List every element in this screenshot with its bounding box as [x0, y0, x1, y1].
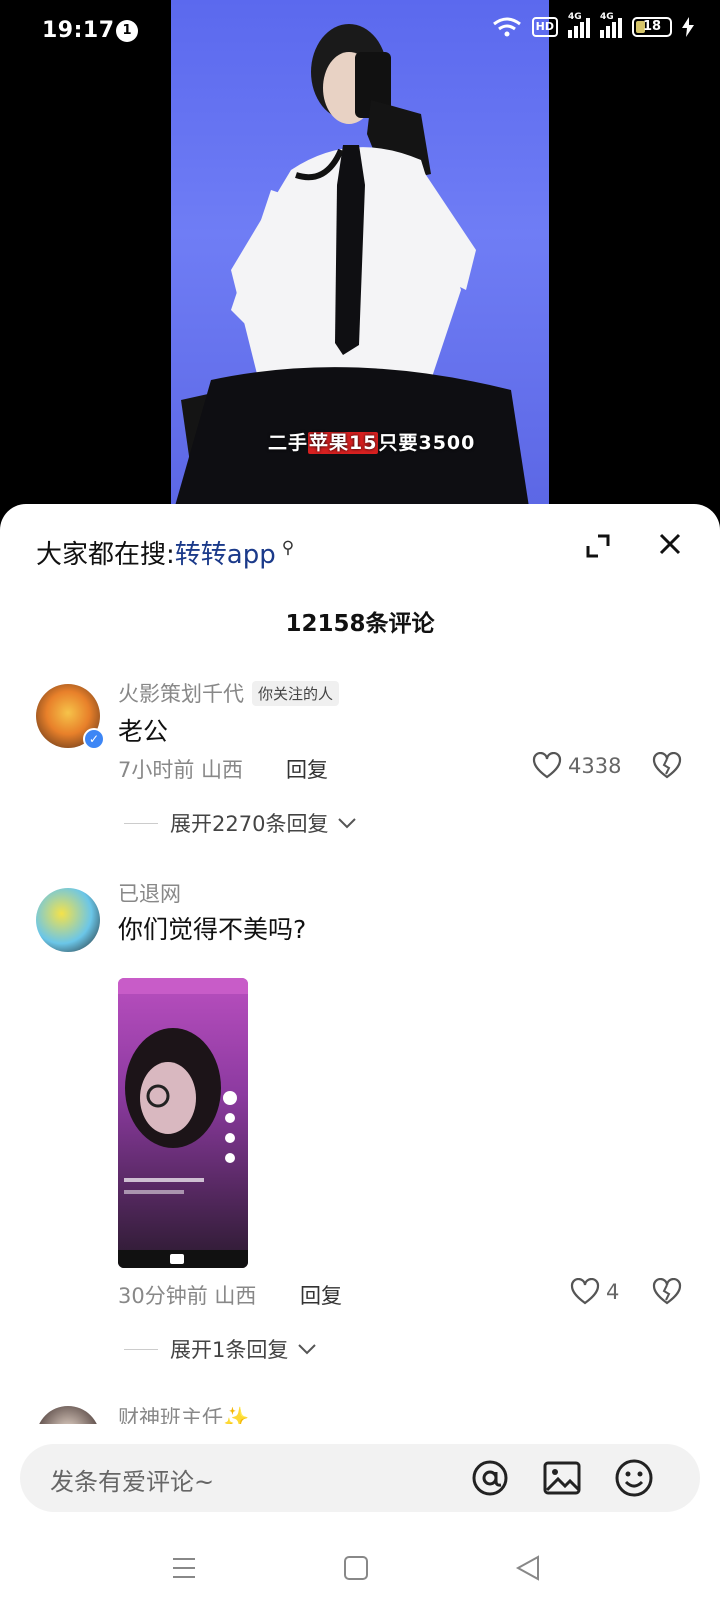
chevron-down-icon [298, 1344, 317, 1355]
close-icon[interactable] [656, 530, 684, 558]
expand-icon[interactable] [584, 532, 612, 560]
charging-icon [682, 17, 694, 37]
like-count: 4 [606, 1280, 620, 1304]
chevron-down-icon [338, 818, 357, 829]
reply-button[interactable]: 回复 [300, 1280, 342, 1310]
comment-count: 12158条评论 [285, 611, 435, 637]
video-caption: 二手苹果15只要3500 [268, 432, 476, 454]
search-suggestion[interactable]: 大家都在搜:转转app ⚲ [36, 534, 294, 571]
screenshot-thumbnail [118, 978, 248, 1268]
menu-icon[interactable] [170, 1554, 198, 1582]
expand-replies[interactable]: 展开1条回复 [124, 1334, 318, 1364]
comment-meta: 7小时前 山西 [118, 758, 244, 782]
search-icon: ⚲ [281, 538, 295, 559]
image-icon[interactable] [542, 1458, 582, 1498]
following-tag: 你关注的人 [252, 681, 340, 706]
heart-icon [532, 752, 562, 779]
comment-input[interactable]: 发条有爱评论~ [20, 1444, 700, 1512]
wifi-icon [492, 17, 521, 37]
system-nav-bar [0, 1530, 720, 1612]
emoji-icon[interactable] [614, 1458, 654, 1498]
comment-username[interactable]: 火影策划千代 你关注的人 [118, 678, 340, 708]
heart-icon [570, 1278, 600, 1305]
at-icon[interactable] [470, 1458, 510, 1498]
status-time: 19:17 [42, 18, 115, 43]
avatar[interactable] [36, 888, 100, 952]
like-button[interactable]: 4 [570, 1278, 619, 1306]
hd-indicator: HD [531, 17, 558, 37]
comment-username[interactable]: 已退网 [118, 878, 181, 908]
broken-heart-icon[interactable] [652, 1278, 682, 1306]
comment-meta: 30分钟前 山西 [118, 1284, 257, 1308]
signal-icon-2: 4G [600, 12, 622, 38]
home-icon[interactable] [342, 1554, 370, 1582]
signal-icon: 4G [568, 12, 590, 38]
expand-replies[interactable]: 展开2270条回复 [124, 808, 358, 838]
comment-image[interactable] [118, 978, 248, 1268]
broken-heart-icon[interactable] [652, 752, 682, 780]
back-icon[interactable] [514, 1554, 542, 1582]
like-button[interactable]: 4338 [532, 752, 621, 780]
comment-text: 你们觉得不美吗? [118, 915, 307, 944]
comment-input-placeholder: 发条有爱评论~ [50, 1468, 215, 1496]
verified-icon: ✓ [83, 728, 105, 750]
notification-badge: 1 [116, 20, 138, 42]
status-bar: 19:17 1 HD 4G 4G 18 [0, 0, 720, 64]
reply-button[interactable]: 回复 [286, 754, 328, 784]
like-count: 4338 [568, 754, 622, 778]
video-player[interactable]: 二手苹果15只要3500 [0, 0, 720, 520]
comment-text: 老公 [118, 717, 169, 746]
battery-icon: 18 [632, 17, 672, 37]
search-keyword[interactable]: 转转app [175, 540, 276, 570]
